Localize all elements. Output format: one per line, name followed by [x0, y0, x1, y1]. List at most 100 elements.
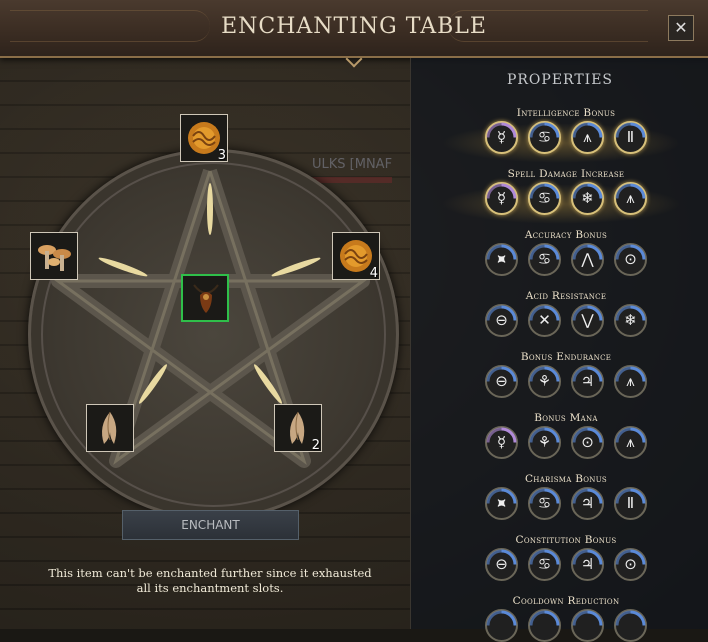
rune-glyph: ⊖ — [495, 311, 508, 329]
rune-icon[interactable]: ☿ — [485, 182, 518, 215]
rune-icon[interactable]: ⩚ — [614, 426, 647, 459]
rune-glyph: ⩚ — [626, 433, 635, 451]
rune-icon[interactable]: ❄ — [571, 182, 604, 215]
rune-icon[interactable]: ♋ — [528, 243, 561, 276]
rune-icon[interactable]: ⊖ — [485, 548, 518, 581]
rune-icon[interactable]: ⊖ — [485, 304, 518, 337]
property-row[interactable]: Constitution Bonus ⊖ ♋ ♃ ⊙ — [451, 534, 681, 581]
property-label: Acid Resistance — [525, 290, 607, 302]
rune-glyph — [487, 611, 516, 640]
slot-top[interactable]: 3 — [180, 114, 228, 163]
rune-list: ⯍ ♋ ⋀ ⊙ — [451, 243, 681, 276]
rune-icon[interactable]: ⊙ — [614, 243, 647, 276]
rune-icon[interactable]: ☿ — [485, 121, 518, 154]
mandrake-root-icon — [102, 411, 117, 444]
rune-glyph: ⚘ — [537, 433, 552, 451]
rune-glyph: Ⅱ — [626, 128, 635, 146]
property-label: Charisma Bonus — [524, 473, 608, 485]
rune-glyph: ⩚ — [626, 189, 635, 207]
rune-icon[interactable]: ⯍ — [485, 487, 518, 520]
rune-icon[interactable]: ⚘ — [528, 426, 561, 459]
close-button[interactable]: ✕ — [668, 15, 694, 41]
slot-right[interactable]: 4 — [332, 232, 380, 281]
rune-glyph — [573, 611, 602, 640]
property-row[interactable]: Acid Resistance ⊖ ✕ ⋁ ❄ — [451, 290, 681, 337]
property-label: Intelligence Bonus — [516, 107, 616, 119]
property-row[interactable]: Cooldown Reduction — [451, 595, 681, 642]
properties-panel: PROPERTIES Intelligence Bonus ☿ ♋ ⩚ Ⅱ Spell D… — [410, 58, 708, 642]
rune-icon[interactable]: ⋁ — [571, 304, 604, 337]
rune-glyph: ♋ — [537, 189, 552, 207]
rune-list: ⊖ ♋ ♃ ⊙ — [451, 548, 681, 581]
property-row[interactable]: Bonus Endurance ⊖ ⚘ ♃ ⩚ — [451, 351, 681, 398]
rune-icon[interactable]: ⊖ — [485, 365, 518, 398]
rune-list: ☿ ♋ ⩚ Ⅱ — [451, 121, 681, 154]
rune-icon[interactable] — [571, 609, 604, 642]
rune-icon[interactable]: ⩚ — [571, 121, 604, 154]
rune-icon[interactable]: ⩚ — [614, 365, 647, 398]
rune-icon[interactable]: ⊙ — [571, 426, 604, 459]
rune-icon[interactable]: ♃ — [571, 487, 604, 520]
slot-count: 2 — [311, 438, 320, 453]
rune-icon[interactable]: ♃ — [571, 548, 604, 581]
rune-icon[interactable]: ♋ — [528, 182, 561, 215]
rune-list: ⊖ ⚘ ♃ ⩚ — [451, 365, 681, 398]
rune-glyph: ☿ — [496, 128, 507, 146]
slot-bottom-right[interactable]: 2 — [274, 404, 322, 453]
rune-icon[interactable]: Ⅱ — [614, 121, 647, 154]
rune-icon[interactable]: ⋀ — [571, 243, 604, 276]
rune-icon[interactable]: Ⅱ — [614, 487, 647, 520]
rune-icon[interactable]: ♋ — [528, 548, 561, 581]
rune-glyph: ♃ — [580, 372, 595, 390]
title-bar: ENCHANTING TABLE ✕ — [0, 0, 708, 58]
rune-glyph: ⚘ — [537, 372, 552, 390]
mushrooms-icon — [38, 245, 71, 271]
property-label: Constitution Bonus — [515, 534, 617, 546]
rune-glyph: ⯍ — [496, 250, 507, 268]
rune-list: ⊖ ✕ ⋁ ❄ — [451, 304, 681, 337]
rune-glyph: ♋ — [537, 494, 552, 512]
slot-center-item[interactable] — [181, 274, 229, 322]
rune-icon[interactable]: ☿ — [485, 426, 518, 459]
rune-icon[interactable]: ♋ — [528, 487, 561, 520]
enchanting-window: ULKS [MNAF ENCHANTING TABLE ✕ 3 4 2 ENCH… — [0, 0, 708, 642]
rune-glyph — [616, 611, 645, 640]
rune-icon[interactable]: ⊙ — [614, 548, 647, 581]
property-row[interactable]: Spell Damage Increase ☿ ♋ ❄ ⩚ — [451, 168, 681, 215]
rune-glyph: ❄ — [581, 189, 594, 207]
window-title: ENCHANTING TABLE — [221, 14, 487, 39]
rune-icon[interactable]: ⚘ — [528, 365, 561, 398]
rune-glyph: ♃ — [580, 555, 595, 573]
slot-count: 3 — [217, 148, 226, 163]
property-row[interactable]: Accuracy Bonus ⯍ ♋ ⋀ ⊙ — [451, 229, 681, 276]
rune-icon[interactable]: ♋ — [528, 121, 561, 154]
property-label: Bonus Endurance — [520, 351, 612, 363]
properties-title: PROPERTIES — [506, 72, 614, 88]
property-label: Cooldown Reduction — [512, 595, 620, 607]
rune-icon[interactable]: ♃ — [571, 365, 604, 398]
rune-icon[interactable]: ❄ — [614, 304, 647, 337]
rune-icon[interactable] — [485, 609, 518, 642]
rune-glyph: Ⅱ — [626, 494, 635, 512]
slot-bottom-left[interactable] — [86, 404, 134, 452]
rune-icon[interactable] — [614, 609, 647, 642]
rune-list: ☿ ⚘ ⊙ ⩚ — [451, 426, 681, 459]
property-row[interactable]: Charisma Bonus ⯍ ♋ ♃ Ⅱ — [451, 473, 681, 520]
rune-glyph: ⯍ — [496, 494, 507, 512]
enchant-button[interactable]: ENCHANT — [122, 510, 299, 540]
rune-glyph: ⩚ — [583, 128, 592, 146]
property-row[interactable]: Bonus Mana ☿ ⚘ ⊙ ⩚ — [451, 412, 681, 459]
rune-glyph: ⊖ — [495, 372, 508, 390]
property-row[interactable]: Intelligence Bonus ☿ ♋ ⩚ Ⅱ — [451, 107, 681, 154]
rune-glyph: ⊖ — [495, 555, 508, 573]
amulet-icon — [193, 284, 219, 313]
rune-glyph: ❄ — [624, 311, 637, 329]
slot-left[interactable] — [30, 232, 78, 280]
rune-glyph — [530, 611, 559, 640]
rune-icon[interactable]: ⩚ — [614, 182, 647, 215]
rune-icon[interactable]: ⯍ — [485, 243, 518, 276]
rune-icon[interactable]: ✕ — [528, 304, 561, 337]
rune-icon[interactable] — [528, 609, 561, 642]
rune-glyph: ⊙ — [624, 555, 637, 573]
rune-glyph: ☿ — [496, 189, 507, 207]
